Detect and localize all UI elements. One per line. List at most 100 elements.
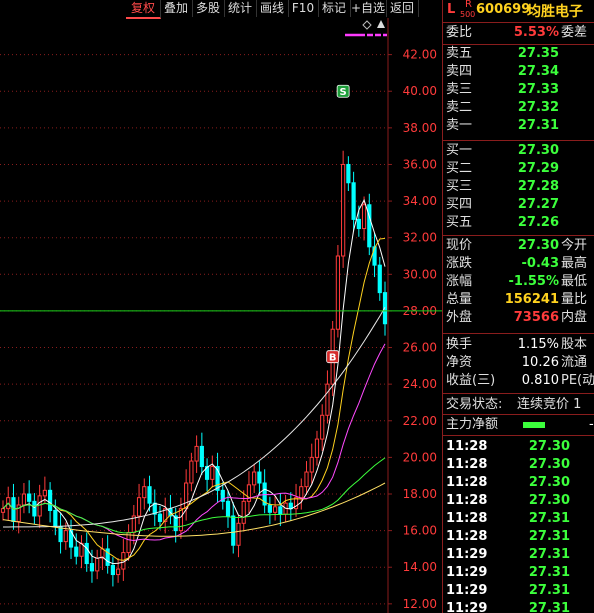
toolbar-button-0[interactable]: 复权	[126, 0, 161, 19]
quote-row: 现价 27.30 今开	[443, 237, 594, 255]
candle-body	[351, 182, 356, 220]
header-prefix: L	[447, 2, 456, 17]
price-tick-label: 30.00	[403, 267, 437, 281]
candle-body	[367, 204, 372, 248]
bid-row: 买一 27.30	[443, 142, 594, 160]
price-tick-label: 12.00	[403, 597, 437, 611]
fundamental-row: 收益(三) 0.810 PE(动	[443, 372, 594, 390]
candle-body	[372, 246, 377, 266]
index-badge-bottom: 500	[460, 10, 476, 19]
toolbar-button-6[interactable]: 标记	[318, 0, 351, 17]
kline-chart[interactable]: 42.00 40.00 38.00 36.00 34.00 32.00 30.00 28.00…	[0, 18, 442, 613]
toolbar-button-1[interactable]: 叠加	[160, 0, 193, 17]
fundamental-row: 净资 10.26 流通	[443, 354, 594, 372]
price-tick-label: 20.00	[403, 450, 437, 464]
fundamental-value: 0.810	[521, 373, 559, 388]
candle-body	[335, 255, 341, 330]
toolbar-button-5[interactable]: F10	[288, 0, 319, 17]
fundamental-label2: PE(动	[561, 373, 594, 388]
quote-value: -0.43	[521, 256, 559, 271]
bid-row: 买三 27.28	[443, 178, 594, 196]
candle-body	[147, 486, 152, 504]
panel-divider	[443, 235, 594, 236]
tick-row: 11:28 27.30	[443, 474, 594, 492]
ask-row: 卖五 27.35	[443, 45, 594, 63]
quote-label: 现价	[446, 238, 473, 253]
ask-price: 27.32	[517, 100, 559, 115]
toolbar-button-2[interactable]: 多股	[192, 0, 225, 17]
candle-body	[325, 383, 330, 416]
status-value: 连续竞价 1	[517, 397, 582, 412]
candle-body	[257, 471, 262, 484]
candle-body	[236, 522, 241, 546]
candle-body	[356, 218, 361, 230]
bid-row: 买二 27.29	[443, 160, 594, 178]
kline-chart-svg[interactable]: 42.0040.0038.0036.0034.0032.0030.0028.00…	[0, 18, 442, 613]
candle-body	[314, 438, 320, 458]
fundamental-label2: 股本	[561, 337, 588, 352]
candle-body	[199, 445, 204, 468]
candle-body	[142, 486, 147, 499]
tick-row: 11:29 27.31	[443, 546, 594, 564]
toolbar-button-8[interactable]: 返回	[386, 0, 419, 17]
tick-price: 27.30	[528, 439, 570, 454]
price-tick-label: 34.00	[403, 194, 437, 208]
index-badge-top: R	[465, 0, 472, 10]
toolbar-button-4[interactable]: 画线	[256, 0, 289, 17]
quote-value: 27.30	[517, 238, 559, 253]
candle-body	[189, 460, 194, 484]
bid-label: 买五	[446, 215, 473, 230]
fundamental-label2: 流通	[561, 355, 588, 370]
tick-price: 27.30	[528, 475, 570, 490]
price-tick-label: 42.00	[403, 48, 437, 62]
stock-code[interactable]: 600699	[476, 2, 530, 17]
quote-label: 总量	[446, 292, 473, 307]
candle-body	[110, 564, 115, 576]
tick-time: 11:28	[446, 493, 488, 508]
ratio-diff-label: 委差	[561, 25, 588, 40]
tick-time: 11:29	[446, 547, 488, 562]
quote-label2: 最低	[561, 274, 588, 289]
ask-label: 卖三	[446, 82, 473, 97]
quote-value: -1.55%	[508, 274, 560, 289]
candle-body	[32, 500, 37, 517]
candle-body	[157, 513, 163, 522]
ask-label: 卖五	[446, 46, 473, 61]
candle-body	[278, 506, 283, 515]
toolbar-button-3[interactable]: 统计	[224, 0, 257, 17]
candle-body	[304, 471, 309, 488]
quote-value: 156241	[504, 292, 559, 307]
tick-time: 11:29	[446, 565, 488, 580]
ask-row: 卖二 27.32	[443, 99, 594, 117]
tick-time: 11:29	[446, 583, 488, 598]
ask-price: 27.35	[517, 46, 559, 61]
candle-body	[116, 568, 121, 576]
candle-body	[231, 515, 236, 546]
tick-row: 11:28 27.31	[443, 510, 594, 528]
bid-label: 买一	[446, 143, 473, 158]
fundamental-value: 10.26	[521, 355, 559, 370]
candle-body	[58, 526, 63, 543]
tick-price: 27.30	[528, 457, 570, 472]
candle-body	[95, 557, 100, 572]
ask-label: 卖一	[446, 118, 473, 133]
tick-time: 11:28	[446, 529, 488, 544]
tick-row: 11:29 27.31	[443, 600, 594, 613]
stock-name[interactable]: 均胜电子	[527, 1, 583, 21]
quote-label: 外盘	[446, 310, 473, 325]
candle-body	[42, 489, 47, 497]
ask-row: 卖三 27.33	[443, 81, 594, 99]
quote-label2: 内盘	[561, 310, 588, 325]
fundamental-value: 1.15%	[517, 337, 559, 352]
fundamental-label: 净资	[446, 355, 473, 370]
toolbar-button-7[interactable]: +自选	[350, 0, 387, 17]
ask-label: 卖四	[446, 64, 473, 79]
tick-row: 11:28 27.30	[443, 438, 594, 456]
price-tick-label: 38.00	[403, 121, 437, 135]
bid-price: 27.29	[517, 161, 559, 176]
main-force-label: 主力净额	[446, 417, 499, 432]
tick-price: 27.31	[528, 601, 570, 613]
ratio-value: 5.53%	[513, 25, 559, 40]
candle-body	[320, 414, 325, 440]
main-force-value: -4	[589, 417, 594, 432]
